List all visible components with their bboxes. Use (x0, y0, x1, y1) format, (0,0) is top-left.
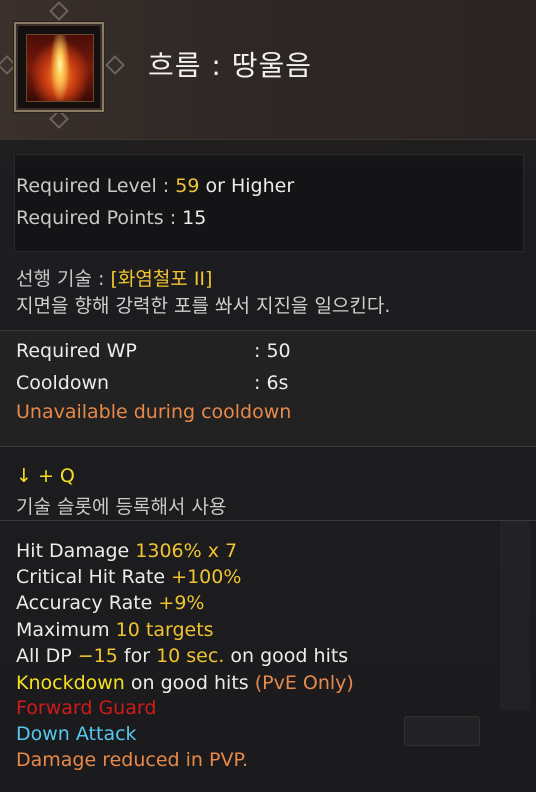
all-dp-suffix: on good hits (230, 645, 349, 667)
maximum-label: Maximum (16, 619, 110, 641)
required-level-value: 59 (175, 175, 200, 197)
command-keys: ↓ + Q (16, 465, 75, 487)
all-dp-value: −15 (77, 645, 118, 667)
cooldown-value: : 6s (254, 372, 289, 394)
all-dp-for: for (123, 645, 151, 667)
accuracy-row: Accuracy Rate +9% (16, 592, 204, 614)
skill-tooltip: 흐름 : 땅울음 Required Level : 59 or Higher R… (0, 0, 536, 792)
all-dp-label: All DP (16, 645, 72, 667)
prerequisite-label: 선행 기술 : (16, 268, 105, 290)
cooldown-row: Cooldown : 6s (16, 372, 288, 394)
background-skill-panel (14, 154, 524, 252)
forward-guard: Forward Guard (16, 697, 157, 719)
all-dp-row: All DP −15 for 10 sec. on good hits (16, 645, 348, 667)
diamond-ornament-icon (105, 55, 125, 75)
skill-title: 흐름 : 땅울음 (148, 49, 313, 82)
down-attack: Down Attack (16, 723, 137, 745)
divider (0, 330, 536, 331)
required-wp-row: Required WP : 50 (16, 340, 291, 362)
critical-hit-row: Critical Hit Rate +100% (16, 566, 241, 588)
divider (0, 520, 536, 521)
required-points-label: Required Points : (16, 207, 177, 229)
required-wp-value: : 50 (254, 340, 291, 362)
hit-damage-value: 1306% x 7 (135, 540, 238, 562)
divider (0, 446, 536, 447)
diamond-ornament-icon (49, 109, 69, 129)
pvp-note: Damage reduced in PVP. (16, 749, 248, 771)
required-wp-label: Required WP (16, 340, 137, 362)
tooltip-header: 흐름 : 땅울음 (0, 0, 536, 140)
critical-hit-value: +100% (171, 566, 242, 588)
diamond-ornament-icon (49, 1, 69, 21)
required-level-row: Required Level : 59 or Higher (16, 175, 294, 197)
all-dp-duration: 10 sec. (156, 645, 225, 667)
skill-description: 지면을 향해 강력한 포를 쏴서 지진을 일으킨다. (16, 295, 391, 317)
required-points-row: Required Points : 15 (16, 207, 206, 229)
fire-pillar-icon (26, 34, 94, 102)
required-level-label: Required Level : (16, 175, 170, 197)
prerequisite-value: [화염철포 II] (110, 268, 213, 290)
hit-damage-row: Hit Damage 1306% x 7 (16, 540, 237, 562)
prerequisite-row: 선행 기술 : [화염철포 II] (16, 264, 212, 291)
knockdown-label: Knockdown (16, 672, 125, 694)
accuracy-value: +9% (158, 592, 205, 614)
hit-damage-label: Hit Damage (16, 540, 130, 562)
required-level-suffix: or Higher (205, 175, 295, 197)
required-points-value: 15 (182, 207, 207, 229)
cooldown-label: Cooldown (16, 372, 110, 394)
skill-icon-frame (14, 22, 104, 112)
background-scroll-area (500, 520, 530, 710)
knockdown-row: Knockdown on good hits (PvE Only) (16, 672, 354, 694)
command-note: 기술 슬롯에 등록해서 사용 (16, 496, 227, 518)
accuracy-label: Accuracy Rate (16, 592, 153, 614)
knockdown-note: (PvE Only) (254, 672, 354, 694)
knockdown-suffix: on good hits (130, 672, 249, 694)
maximum-targets-row: Maximum 10 targets (16, 619, 214, 641)
cooldown-note: Unavailable during cooldown (16, 401, 292, 423)
background-button (404, 716, 480, 746)
critical-hit-label: Critical Hit Rate (16, 566, 166, 588)
maximum-value: 10 targets (115, 619, 214, 641)
